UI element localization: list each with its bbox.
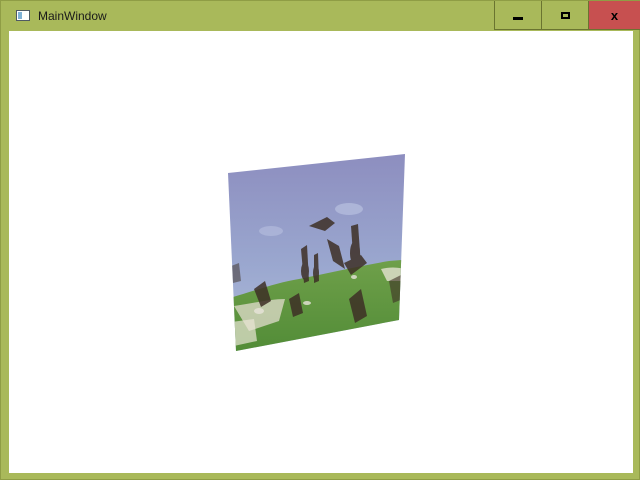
maximize-icon [560, 11, 570, 19]
maximize-button[interactable] [541, 1, 588, 30]
birds-photo [228, 154, 405, 351]
title-bar[interactable]: MainWindow x [1, 1, 640, 31]
close-icon: x [610, 7, 619, 23]
window-title: MainWindow [38, 9, 107, 23]
close-button[interactable]: x [588, 1, 640, 30]
window-app-icon[interactable] [16, 10, 30, 21]
client-area [9, 31, 633, 473]
main-window: MainWindow x [0, 0, 640, 480]
perspective-photo-viewport [228, 154, 405, 351]
minimize-button[interactable] [494, 1, 541, 30]
minimize-icon [513, 16, 523, 20]
